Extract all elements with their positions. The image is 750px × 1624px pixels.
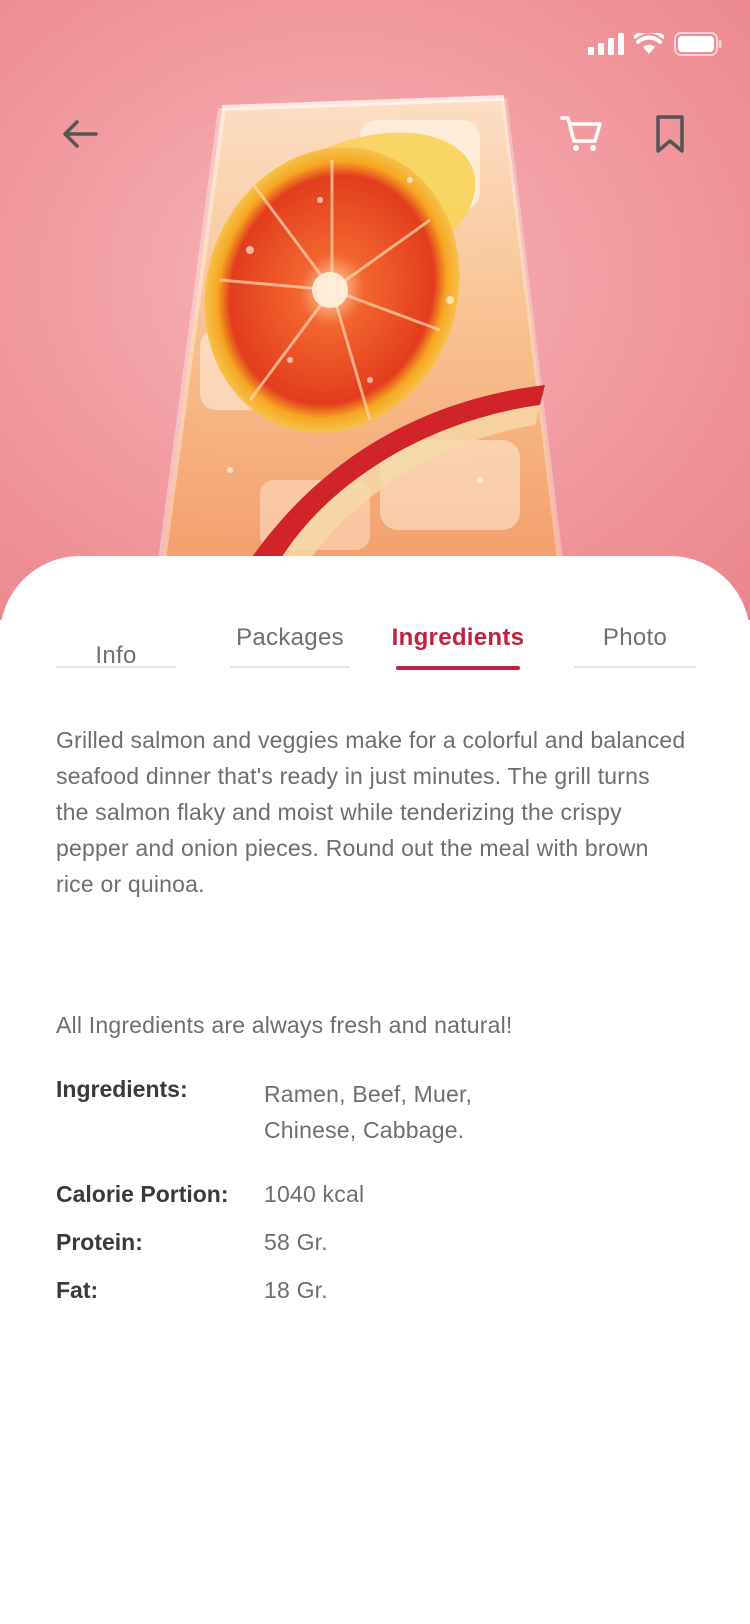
tab-info[interactable]: Info	[56, 612, 176, 669]
back-button[interactable]	[58, 112, 102, 156]
details-sheet: Info Packages Ingredients Photo Grilled …	[0, 556, 750, 1624]
tab-label: Ingredients	[391, 624, 525, 651]
tab-photo[interactable]: Photo	[574, 612, 696, 668]
tab-label: Packages	[236, 624, 344, 651]
arrow-left-icon	[63, 120, 98, 148]
fact-row-calorie: Calorie Portion: 1040 kcal	[56, 1176, 696, 1224]
hero-image	[0, 0, 750, 620]
tab-label: Info	[95, 642, 137, 669]
tab-packages[interactable]: Packages	[230, 612, 350, 668]
fact-value: 18 Gr.	[264, 1277, 328, 1303]
cart-icon	[560, 116, 602, 151]
wifi-icon	[634, 33, 664, 54]
fact-value: 1040 kcal	[264, 1181, 365, 1207]
tab-ingredients[interactable]: Ingredients	[392, 612, 524, 670]
fact-value: Ramen, Beef, Muer, Chinese, Cabbage.	[264, 1081, 473, 1143]
signal-icon	[588, 33, 624, 55]
fact-label: Calorie Portion:	[56, 1181, 229, 1207]
fact-label: Fat:	[56, 1277, 99, 1303]
fact-label: Ingredients:	[56, 1076, 188, 1102]
fresh-note: All Ingredients are always fresh and nat…	[56, 1012, 513, 1038]
description-text: Grilled salmon and veggies make for a co…	[56, 727, 686, 897]
status-bar	[588, 32, 722, 56]
drink-photo	[158, 95, 563, 561]
fact-row-fat: Fat: 18 Gr.	[56, 1272, 696, 1320]
battery-icon	[674, 32, 722, 56]
nutrition-facts: Ingredients: Ramen, Beef, Muer, Chinese,…	[56, 1076, 696, 1320]
cart-button[interactable]	[558, 112, 604, 156]
bookmark-icon	[656, 115, 684, 153]
tab-bar: Info Packages Ingredients Photo	[56, 612, 696, 670]
tab-label: Photo	[602, 624, 668, 651]
fact-row-protein: Protein: 58 Gr.	[56, 1224, 696, 1272]
bookmark-button[interactable]	[648, 110, 692, 158]
active-tab-indicator	[396, 666, 520, 670]
fact-label: Protein:	[56, 1229, 143, 1255]
fact-value: 58 Gr.	[264, 1229, 328, 1255]
fact-row-ingredients: Ingredients: Ramen, Beef, Muer, Chinese,…	[56, 1076, 696, 1176]
